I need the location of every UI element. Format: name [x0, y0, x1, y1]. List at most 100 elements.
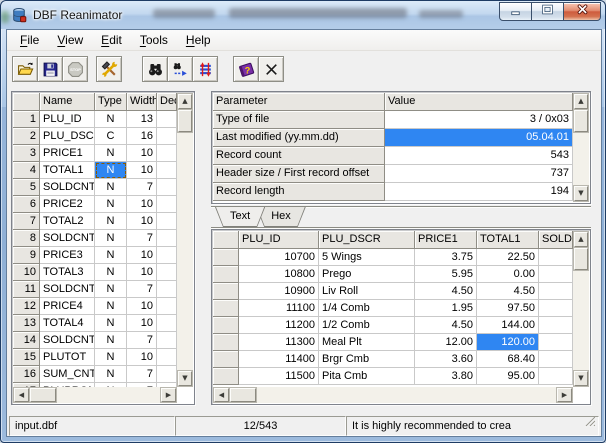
record-cell[interactable] — [539, 283, 573, 300]
row-header[interactable]: 4 — [13, 162, 40, 179]
scroll-left-icon[interactable]: ◀ — [214, 388, 229, 402]
field-width-cell[interactable]: 10 — [127, 162, 157, 179]
parameter-name-cell[interactable]: Record length — [213, 183, 385, 201]
maximize-button[interactable] — [531, 2, 564, 21]
field-dec-cell[interactable] — [157, 315, 177, 332]
field-type-cell[interactable]: N — [95, 145, 127, 162]
parameter-value-cell[interactable]: 543 — [385, 147, 573, 165]
field-name-cell[interactable]: PLU_ID — [40, 111, 95, 128]
scroll-down-icon[interactable]: ▼ — [574, 186, 588, 201]
field-dec-cell[interactable] — [157, 247, 177, 264]
row-header[interactable] — [213, 351, 239, 368]
scroll-thumb[interactable] — [574, 110, 588, 132]
record-cell[interactable]: 11300 — [239, 334, 319, 351]
record-cell[interactable]: 11100 — [239, 300, 319, 317]
record-cell[interactable] — [539, 266, 573, 283]
scroll-up-icon[interactable]: ▲ — [574, 94, 588, 109]
menu-file[interactable]: File — [11, 32, 48, 48]
menu-tools[interactable]: Tools — [131, 32, 177, 48]
field-name-cell[interactable]: PRICE3 — [40, 247, 95, 264]
field-dec-cell[interactable] — [157, 213, 177, 230]
fields-horizontal-scrollbar[interactable]: ◀▶ — [13, 387, 177, 403]
field-dec-cell[interactable] — [157, 298, 177, 315]
scroll-down-icon[interactable]: ▼ — [178, 371, 192, 386]
field-width-cell[interactable]: 13 — [127, 111, 157, 128]
row-header[interactable]: 16 — [13, 366, 40, 383]
row-header[interactable]: 3 — [13, 145, 40, 162]
field-dec-cell[interactable] — [157, 162, 177, 179]
row-header[interactable] — [213, 368, 239, 385]
record-cell[interactable]: 97.50 — [477, 300, 539, 317]
field-type-cell[interactable]: N — [95, 366, 127, 383]
field-width-cell[interactable]: 7 — [127, 179, 157, 196]
record-cell[interactable]: 5 Wings — [319, 249, 415, 266]
parameter-value-cell[interactable]: 194 — [385, 183, 573, 201]
record-cell[interactable]: 1/2 Comb — [319, 317, 415, 334]
scroll-thumb[interactable] — [178, 110, 192, 132]
row-header[interactable]: 9 — [13, 247, 40, 264]
menu-view[interactable]: View — [48, 32, 92, 48]
field-dec-cell[interactable] — [157, 179, 177, 196]
title-bar[interactable]: DBF Reanimator — [1, 1, 605, 29]
record-cell[interactable]: 144.00 — [477, 317, 539, 334]
open-button[interactable] — [12, 56, 38, 82]
field-dec-cell[interactable] — [157, 281, 177, 298]
record-cell[interactable]: 3.60 — [415, 351, 477, 368]
field-dec-cell[interactable] — [157, 111, 177, 128]
record-cell[interactable]: 11200 — [239, 317, 319, 334]
record-cell[interactable]: 3.80 — [415, 368, 477, 385]
records-horizontal-scrollbar[interactable]: ◀▶ — [213, 387, 573, 403]
parameter-value-cell[interactable]: 3 / 0x03 — [385, 111, 573, 129]
field-dec-cell[interactable] — [157, 145, 177, 162]
field-dec-cell[interactable] — [157, 128, 177, 145]
field-width-cell[interactable]: 10 — [127, 213, 157, 230]
record-cell[interactable]: 4.50 — [415, 317, 477, 334]
delete-button[interactable] — [258, 56, 284, 82]
field-type-cell[interactable]: N — [95, 264, 127, 281]
field-width-cell[interactable]: 10 — [127, 196, 157, 213]
parameter-name-cell[interactable]: Last modified (yy.mm.dd) — [213, 129, 385, 147]
field-width-cell[interactable]: 7 — [127, 366, 157, 383]
row-header[interactable]: 10 — [13, 264, 40, 281]
parameter-name-cell[interactable]: Record count — [213, 147, 385, 165]
record-cell[interactable]: 120.00 — [477, 334, 539, 351]
field-type-cell[interactable]: N — [95, 196, 127, 213]
field-width-cell[interactable]: 10 — [127, 247, 157, 264]
field-type-cell[interactable]: N — [95, 247, 127, 264]
record-cell[interactable]: Meal Plt — [319, 334, 415, 351]
resize-grip-icon[interactable] — [584, 416, 597, 434]
find-next-button[interactable] — [167, 56, 193, 82]
record-cell[interactable]: 5.95 — [415, 266, 477, 283]
row-header[interactable]: 8 — [13, 230, 40, 247]
record-cell[interactable]: 3.75 — [415, 249, 477, 266]
record-cell[interactable]: 68.40 — [477, 351, 539, 368]
menu-edit[interactable]: Edit — [92, 32, 131, 48]
row-header[interactable] — [213, 283, 239, 300]
field-type-cell[interactable]: N — [95, 213, 127, 230]
records-vertical-scrollbar[interactable]: ▲▼ — [573, 231, 589, 387]
field-width-cell[interactable]: 16 — [127, 128, 157, 145]
record-cell[interactable] — [539, 351, 573, 368]
tab-text[interactable]: Text — [215, 207, 265, 227]
field-type-cell[interactable]: N — [95, 349, 127, 366]
field-name-cell[interactable]: PLU_DSCR — [40, 128, 95, 145]
record-cell[interactable]: Prego — [319, 266, 415, 283]
field-name-cell[interactable]: SOLDCNT4 — [40, 332, 95, 349]
record-cell[interactable] — [539, 300, 573, 317]
field-type-cell[interactable]: N — [95, 298, 127, 315]
record-cell[interactable] — [539, 334, 573, 351]
field-width-cell[interactable]: 7 — [127, 230, 157, 247]
scroll-down-icon[interactable]: ▼ — [574, 371, 588, 386]
field-width-cell[interactable]: 10 — [127, 315, 157, 332]
field-dec-cell[interactable] — [157, 196, 177, 213]
save-button[interactable] — [37, 56, 63, 82]
scroll-left-icon[interactable]: ◀ — [14, 388, 29, 402]
record-cell[interactable] — [539, 317, 573, 334]
field-width-cell[interactable]: 10 — [127, 145, 157, 162]
field-name-cell[interactable]: PRICE1 — [40, 145, 95, 162]
parameters-vertical-scrollbar[interactable]: ▲▼ — [573, 93, 589, 202]
field-type-cell[interactable]: N — [95, 230, 127, 247]
field-type-cell[interactable]: N — [95, 281, 127, 298]
record-cell[interactable]: 1/4 Comb — [319, 300, 415, 317]
field-width-cell[interactable]: 10 — [127, 298, 157, 315]
